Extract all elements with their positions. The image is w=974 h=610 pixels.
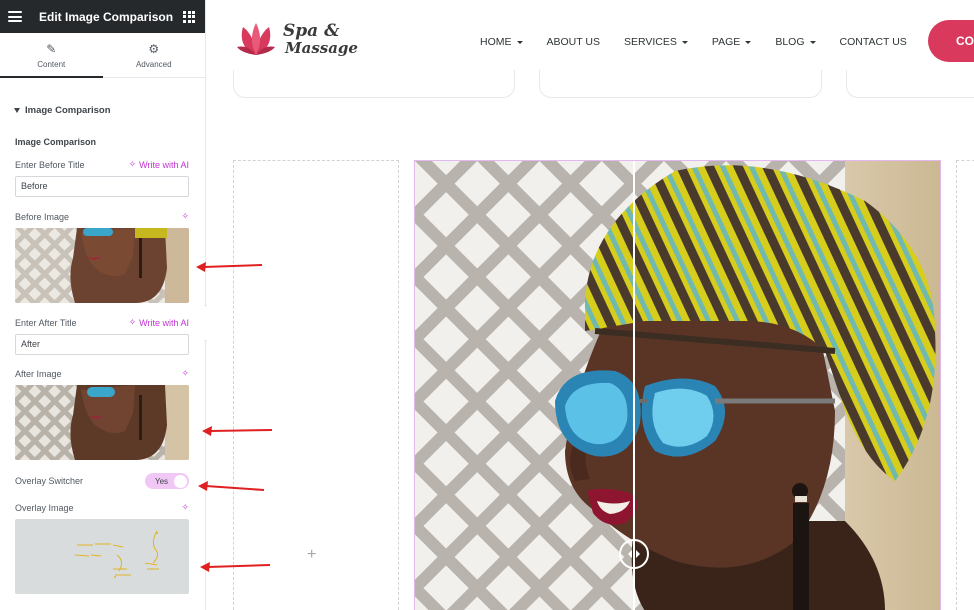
annotation-arrow-icon	[202, 426, 273, 436]
ai-label: Write with AI	[139, 317, 189, 328]
nav-item-about-us[interactable]: ABOUT US	[547, 36, 600, 48]
add-widget-icon[interactable]: +	[307, 546, 316, 564]
empty-column[interactable]	[956, 160, 974, 610]
lotus-logo-icon	[237, 23, 275, 55]
gear-icon: ⚙	[148, 41, 160, 56]
nav-item-page[interactable]: PAGE	[711, 36, 752, 48]
arrow-right-icon	[636, 550, 640, 558]
image-comparison-widget[interactable]	[414, 160, 941, 610]
portrait-image	[15, 228, 189, 303]
nav-item-home[interactable]: HOME	[480, 36, 523, 48]
tab-label: Advanced	[135, 59, 172, 69]
toggle-knob	[174, 474, 187, 488]
chevron-down-icon	[809, 40, 816, 44]
before-image-control: Before Image ✧	[15, 211, 189, 303]
section-title: Image Comparison	[25, 104, 111, 116]
before-image-label: Before Image	[15, 211, 70, 222]
tab-content[interactable]: ✎ Content	[0, 33, 103, 78]
site-preview: Spa & Massage HOME ABOUT US SERVICES PAG…	[207, 0, 974, 610]
overlay-image-control: Overlay Image ✧	[15, 502, 189, 594]
ai-sparkle-icon[interactable]: ✧	[181, 211, 189, 222]
before-title-label: Enter Before Title	[15, 159, 85, 170]
site-logo[interactable]: Spa & Massage	[235, 19, 358, 61]
comparison-handle[interactable]	[619, 539, 649, 569]
panel-tabs: ✎ Content ⚙ Advanced	[0, 33, 205, 78]
write-with-ai-button[interactable]: ✧ Write with AI	[129, 317, 189, 328]
after-title-control: Enter After Title ✧ Write with AI After	[15, 317, 189, 355]
nav-item-blog[interactable]: BLOG	[775, 36, 816, 48]
main-nav: HOME ABOUT US SERVICES PAGE BLOG CONTACT…	[480, 36, 931, 48]
annotation-arrow-icon	[198, 481, 265, 491]
nav-label: BLOG	[775, 36, 805, 48]
empty-column[interactable]	[233, 160, 399, 610]
nav-item-services[interactable]: SERVICES	[624, 36, 688, 48]
overlay-scribble-image	[74, 530, 159, 578]
overlay-image-label: Overlay Image	[15, 502, 74, 513]
tab-label: Content	[37, 59, 66, 69]
arrow-left-icon	[628, 550, 632, 558]
after-image-control: After Image ✧	[15, 368, 189, 460]
contact-cta-button[interactable]: CO	[928, 20, 974, 62]
portrait-image	[15, 385, 189, 460]
chevron-down-icon	[745, 40, 752, 44]
section-toggle[interactable]: Image Comparison	[0, 96, 205, 124]
nav-label: CONTACT US	[839, 36, 907, 48]
annotation-arrow-icon	[196, 262, 263, 272]
subsection-heading: Image Comparison	[15, 137, 97, 147]
after-image-label: After Image	[15, 368, 62, 379]
service-card	[539, 70, 822, 98]
overlay-switcher-label: Overlay Switcher	[15, 476, 84, 486]
service-card	[233, 70, 515, 98]
nav-label: PAGE	[711, 36, 741, 48]
tab-advanced[interactable]: ⚙ Advanced	[103, 33, 206, 77]
service-card	[846, 70, 974, 98]
toggle-value: Yes	[155, 476, 169, 486]
panel-title: Edit Image Comparison	[39, 9, 174, 24]
logo-line-1: Spa &	[283, 21, 340, 41]
after-image-thumbnail[interactable]	[15, 385, 189, 460]
comparison-portrait-image	[415, 161, 940, 610]
nav-item-contact-us[interactable]: CONTACT US	[840, 36, 907, 48]
caret-down-icon	[14, 107, 20, 113]
logo-line-2: Massage	[285, 39, 358, 57]
chevron-down-icon	[681, 40, 688, 44]
ai-sparkle-icon[interactable]: ✧	[181, 502, 189, 513]
widgets-grid-icon[interactable]	[183, 10, 195, 23]
before-title-control: Enter Before Title ✧ Write with AI Before	[15, 159, 189, 197]
nav-label: SERVICES	[623, 36, 677, 48]
overlay-switcher-toggle[interactable]: Yes	[145, 473, 189, 489]
before-image-thumbnail[interactable]	[15, 228, 189, 303]
after-title-label: Enter After Title	[15, 317, 77, 328]
nav-label: HOME	[480, 36, 512, 48]
nav-label: ABOUT US	[546, 36, 600, 48]
panel-header: Edit Image Comparison	[0, 0, 205, 33]
ai-sparkle-icon[interactable]: ✧	[181, 368, 189, 379]
overlay-switcher-control: Overlay Switcher Yes	[15, 473, 189, 489]
annotation-arrow-icon	[200, 562, 271, 572]
after-title-input[interactable]: After	[15, 334, 189, 355]
editor-panel: Edit Image Comparison ✎ Content ⚙ Advanc…	[0, 0, 206, 610]
overlay-image-thumbnail[interactable]	[15, 519, 189, 594]
write-with-ai-button[interactable]: ✧ Write with AI	[129, 159, 189, 170]
ai-label: Write with AI	[139, 159, 189, 170]
sparkle-icon: ✧	[128, 317, 137, 327]
sparkle-icon: ✧	[128, 159, 137, 169]
pencil-icon: ✎	[46, 41, 57, 56]
before-title-input[interactable]: Before	[15, 176, 189, 197]
hamburger-menu-icon[interactable]	[8, 11, 22, 22]
chevron-down-icon	[516, 40, 523, 44]
